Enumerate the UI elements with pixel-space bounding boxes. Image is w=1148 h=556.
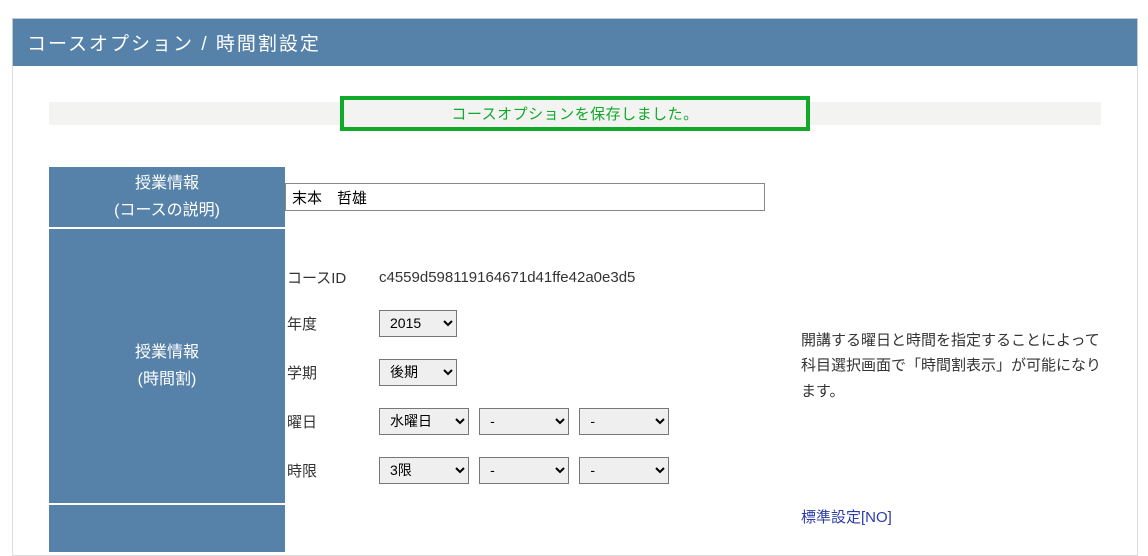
term-select[interactable]: 後期 <box>379 359 457 386</box>
period-select-3[interactable]: - <box>579 457 669 484</box>
timetable-fields-table: コースID c4559d598119164671d41ffe42a0e3d5 年… <box>285 255 687 496</box>
row-term: 学期 後期 <box>287 349 685 396</box>
standard-setting-link[interactable]: 標準設定[NO] <box>801 509 892 526</box>
notice-area: コースオプションを保存しました。 <box>49 96 1101 131</box>
cell-teacher-name <box>285 166 801 228</box>
page-title: コースオプション / 時間割設定 <box>27 29 321 56</box>
settings-table: 授業情報 (コースの説明) 授業情報 (時間割) <box>49 165 1101 552</box>
label-class-info-tt-1: 授業情報 <box>135 344 199 361</box>
cell-empty-right-1 <box>801 166 1101 228</box>
label-year: 年度 <box>287 300 377 347</box>
year-select[interactable]: 2015 <box>379 310 457 337</box>
row-course-description: 授業情報 (コースの説明) <box>49 166 1101 228</box>
period-select-2[interactable]: - <box>479 457 569 484</box>
row-extra: 標準設定[NO] <box>49 504 1101 552</box>
label-class-info-tt-2: (時間割) <box>138 371 197 388</box>
save-success-notice: コースオプションを保存しました。 <box>340 96 810 131</box>
label-class-info-desc-1: 授業情報 <box>135 175 199 192</box>
help-text: 開講する曜日と時間を指定することによって科目選択画面で「時間割表示」が可能になり… <box>801 332 1101 400</box>
content-area: コースオプションを保存しました。 授業情報 (コースの説明) 授 <box>12 66 1138 556</box>
row-timetable: 授業情報 (時間割) コースID c4559d598119164671d41ff… <box>49 228 1101 504</box>
teacher-name-input[interactable] <box>285 183 765 211</box>
value-course-id: c4559d598119164671d41ffe42a0e3d5 <box>379 257 685 298</box>
label-term: 学期 <box>287 349 377 396</box>
label-class-info-desc-2: (コースの説明) <box>114 202 220 219</box>
row-course-id: コースID c4559d598119164671d41ffe42a0e3d5 <box>287 257 685 298</box>
label-empty-3 <box>49 504 285 552</box>
cell-empty-center-3 <box>285 504 801 552</box>
label-class-info-desc: 授業情報 (コースの説明) <box>49 166 285 228</box>
cell-std-link: 標準設定[NO] <box>801 504 1101 552</box>
day-select-3[interactable]: - <box>579 408 669 435</box>
label-period: 時限 <box>287 447 377 494</box>
row-period: 時限 3限 - - <box>287 447 685 494</box>
label-course-id: コースID <box>287 257 377 298</box>
page-title-bar: コースオプション / 時間割設定 <box>12 18 1138 66</box>
cell-help-text: 開講する曜日と時間を指定することによって科目選択画面で「時間割表示」が可能になり… <box>801 228 1101 504</box>
notice-text: コースオプションを保存しました。 <box>451 103 698 124</box>
day-select-2[interactable]: - <box>479 408 569 435</box>
row-day: 曜日 水曜日 - - <box>287 398 685 445</box>
day-select-1[interactable]: 水曜日 <box>379 408 469 435</box>
row-year: 年度 2015 <box>287 300 685 347</box>
period-select-1[interactable]: 3限 <box>379 457 469 484</box>
label-day: 曜日 <box>287 398 377 445</box>
cell-timetable-fields: コースID c4559d598119164671d41ffe42a0e3d5 年… <box>285 228 801 504</box>
label-class-info-tt: 授業情報 (時間割) <box>49 228 285 504</box>
